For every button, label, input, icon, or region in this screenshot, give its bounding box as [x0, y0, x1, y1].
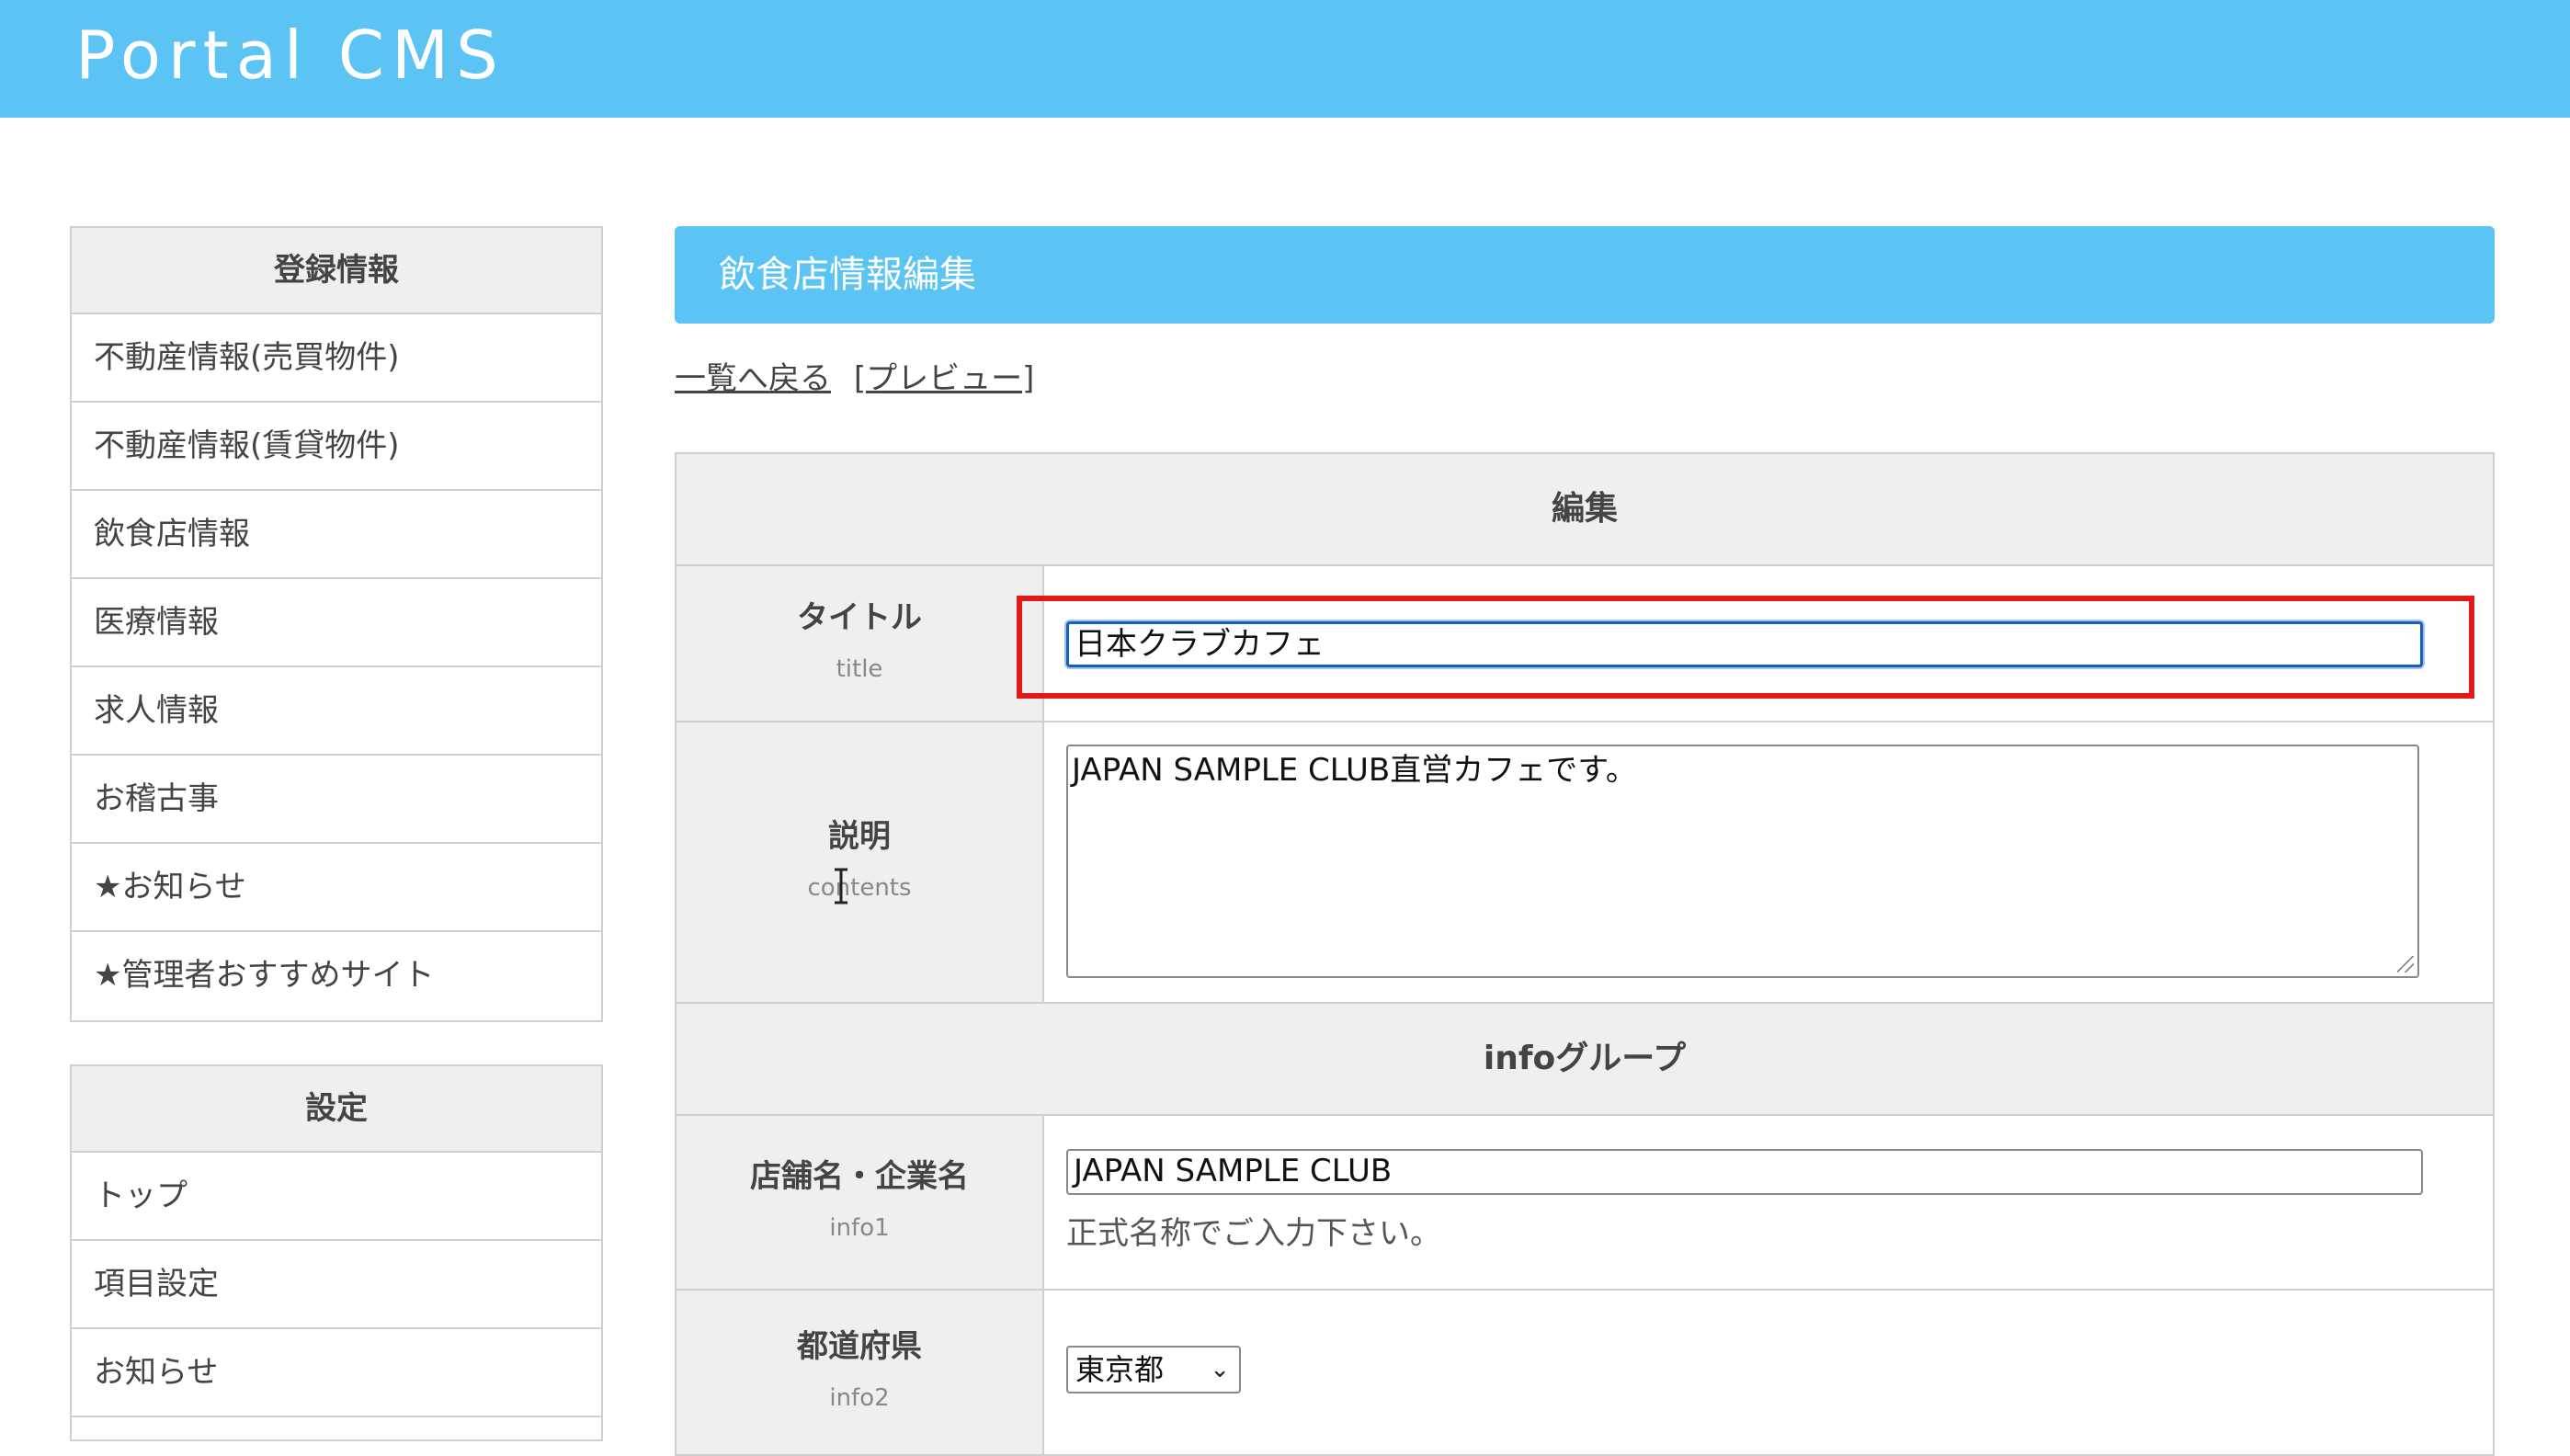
sidebar-item-field-settings[interactable]: 項目設定	[72, 1241, 601, 1329]
sidebar-item-top[interactable]: トップ	[72, 1153, 601, 1241]
field-label-info2-en: info2	[829, 1384, 890, 1412]
sidebar-item-medical[interactable]: 医療情報	[72, 579, 601, 667]
field-cell-contents: JAPAN SAMPLE CLUB直営カフェです。	[1044, 722, 2493, 1002]
field-label-info1-jp: 店舗名・企業名	[750, 1158, 969, 1195]
store-name-hint: 正式名称でご入力下さい。	[1066, 1215, 1441, 1252]
sidebar-item-admin-recommended[interactable]: ★管理者おすすめサイト	[72, 932, 601, 1020]
field-label-info1-en: info1	[829, 1214, 890, 1242]
field-cell-info2: 東京都 ⌄	[1044, 1291, 2493, 1454]
field-cell-info1: JAPAN SAMPLE CLUB 正式名称でご入力下さい。	[1044, 1116, 2493, 1289]
field-label-info1: 店舗名・企業名 info1	[677, 1116, 1044, 1289]
app-header: Portal CMS	[0, 0, 2570, 118]
title-input[interactable]: 日本クラブカフェ	[1066, 621, 2423, 667]
contents-text: JAPAN SAMPLE CLUB直営カフェです。	[1072, 752, 1637, 789]
form-row-info2: 都道府県 info2 東京都 ⌄	[677, 1291, 2493, 1456]
page-title: 飲食店情報編集	[675, 226, 2495, 324]
field-cell-title: 日本クラブカフェ	[1017, 566, 2493, 721]
store-name-input[interactable]: JAPAN SAMPLE CLUB	[1066, 1149, 2423, 1195]
form-row-title: タイトル title 日本クラブカフェ	[677, 566, 2493, 722]
edit-form: 編集 タイトル title 日本クラブカフェ 説明 contents JAPAN…	[675, 452, 2495, 1456]
field-label-contents-en: contents	[807, 874, 912, 902]
app-title[interactable]: Portal CMS	[75, 13, 506, 97]
sidebar-item-jobs[interactable]: 求人情報	[72, 667, 601, 756]
sidebar-header-settings: 設定	[72, 1066, 601, 1153]
resize-grip-icon[interactable]	[2397, 956, 2414, 973]
section-header-edit: 編集	[677, 454, 2493, 566]
section-header-info: infoグループ	[677, 1004, 2493, 1116]
sidebar-item-news[interactable]: ★お知らせ	[72, 844, 601, 932]
field-label-contents-jp: 説明	[828, 818, 891, 855]
field-label-contents: 説明 contents	[677, 722, 1044, 1002]
chevron-down-icon: ⌄	[1210, 1356, 1230, 1383]
sidebar-item-settings-news[interactable]: お知らせ	[72, 1329, 601, 1417]
preview-link[interactable]: [プレビュー]	[854, 360, 1035, 397]
prefecture-selected-value: 東京都	[1075, 1352, 1165, 1387]
form-row-info1: 店舗名・企業名 info1 JAPAN SAMPLE CLUB 正式名称でご入力…	[677, 1116, 2493, 1291]
field-label-title: タイトル title	[677, 566, 1044, 721]
action-links: 一覧へ戻る [プレビュー]	[675, 353, 1047, 404]
form-row-contents: 説明 contents JAPAN SAMPLE CLUB直営カフェです。	[677, 722, 2493, 1004]
text-cursor-icon	[835, 868, 847, 904]
back-to-list-link[interactable]: 一覧へ戻る	[675, 360, 831, 397]
sidebar-item-real-estate-rental[interactable]: 不動産情報(賃貸物件)	[72, 403, 601, 491]
sidebar-settings: 設定 トップ 項目設定 お知らせ	[70, 1064, 603, 1441]
field-label-title-en: title	[836, 655, 883, 683]
prefecture-select[interactable]: 東京都 ⌄	[1066, 1346, 1241, 1393]
field-label-info2: 都道府県 info2	[677, 1291, 1044, 1454]
field-label-info2-jp: 都道府県	[797, 1328, 922, 1365]
sidebar-registration: 登録情報 不動産情報(売買物件) 不動産情報(賃貸物件) 飲食店情報 医療情報 …	[70, 226, 603, 1022]
contents-textarea[interactable]: JAPAN SAMPLE CLUB直営カフェです。	[1066, 745, 2419, 978]
field-label-title-jp: タイトル	[797, 599, 922, 636]
sidebar-item-restaurant[interactable]: 飲食店情報	[72, 491, 601, 579]
sidebar-item-real-estate-sale[interactable]: 不動産情報(売買物件)	[72, 314, 601, 403]
sidebar-item-lessons[interactable]: お稽古事	[72, 756, 601, 844]
sidebar-header-registration: 登録情報	[72, 228, 601, 314]
